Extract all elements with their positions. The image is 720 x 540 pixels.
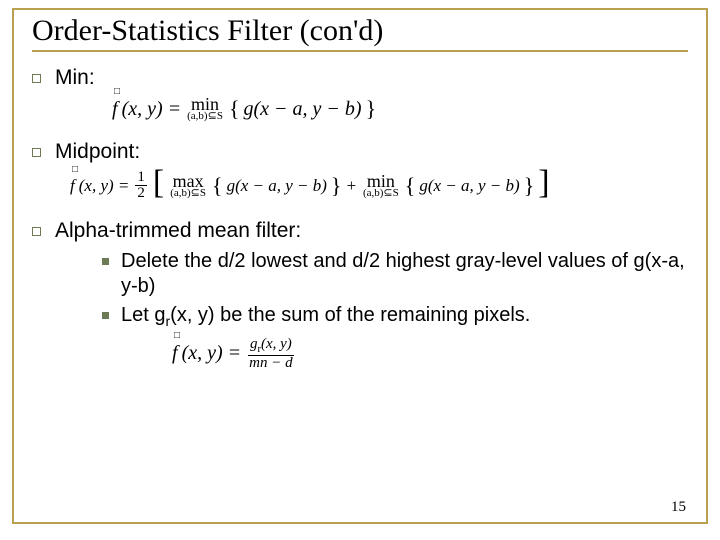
page-number: 15	[671, 499, 686, 516]
slide-frame: Order-Statistics Filter (con'd) Min: f (…	[12, 8, 708, 524]
midpoint-label: Midpoint:	[55, 140, 140, 164]
bullet-midpoint: Midpoint:	[32, 140, 688, 164]
min-label: Min:	[55, 66, 95, 90]
square-bullet-icon	[32, 148, 41, 157]
close-bracket-icon: ]	[538, 173, 549, 193]
formula-midpoint: f (x, y) = 1 2 [ max (a,b)⊆S { g(x − a, …	[70, 170, 688, 201]
mid-body2: g(x − a, y − b)	[419, 176, 519, 196]
alpha-sub2-row: Let gr(x, y) be the sum of the remaining…	[102, 303, 688, 331]
min-body: g(x − a, y − b)	[244, 98, 362, 121]
min-lhs-args: (x, y) =	[122, 98, 182, 121]
min-operator: min (a,b)⊆S	[363, 173, 399, 199]
alpha-lhs-args: (x, y) =	[182, 342, 242, 365]
min-operator: min (a,b)⊆S	[187, 96, 223, 122]
slide: Order-Statistics Filter (con'd) Min: f (…	[0, 0, 720, 540]
plus: +	[345, 176, 356, 196]
f-hat: f	[112, 98, 118, 121]
alpha-den: mn − d	[247, 356, 294, 371]
bullet-alpha: Alpha-trimmed mean filter:	[32, 219, 688, 243]
close-brace-icon: }	[331, 173, 342, 199]
open-brace-icon: {	[405, 173, 416, 199]
alpha-num: gr(x, y)	[248, 337, 294, 357]
square-bullet-small-icon	[102, 258, 109, 265]
alpha-fraction: gr(x, y) mn − d	[247, 337, 294, 372]
alpha-sublist: Delete the d/2 lowest and d/2 highest gr…	[102, 249, 688, 331]
open-bracket-icon: [	[153, 173, 164, 193]
mid-lhs-args: (x, y) =	[79, 176, 130, 196]
page-title: Order-Statistics Filter (con'd)	[32, 14, 688, 52]
alpha-label: Alpha-trimmed mean filter:	[55, 219, 301, 243]
mid-body1: g(x − a, y − b)	[227, 176, 327, 196]
f-hat: f	[70, 176, 75, 196]
alpha-sub1-row: Delete the d/2 lowest and d/2 highest gr…	[102, 249, 688, 299]
square-bullet-small-icon	[102, 312, 109, 319]
alpha-sub2: Let gr(x, y) be the sum of the remaining…	[121, 303, 530, 331]
open-brace-icon: {	[212, 173, 223, 199]
one-half: 1 2	[135, 170, 147, 201]
formula-alpha: f (x, y) = gr(x, y) mn − d	[172, 337, 688, 372]
formula-min: f (x, y) = min (a,b)⊆S { g(x − a, y − b)…	[112, 96, 688, 122]
square-bullet-icon	[32, 74, 41, 83]
alpha-sub1: Delete the d/2 lowest and d/2 highest gr…	[121, 249, 688, 299]
bullet-min: Min:	[32, 66, 688, 90]
square-bullet-icon	[32, 227, 41, 236]
max-operator: max (a,b)⊆S	[170, 173, 206, 199]
open-brace-icon: {	[229, 96, 240, 122]
f-hat: f	[172, 342, 178, 365]
close-brace-icon: }	[524, 173, 535, 199]
close-brace-icon: }	[366, 96, 377, 122]
